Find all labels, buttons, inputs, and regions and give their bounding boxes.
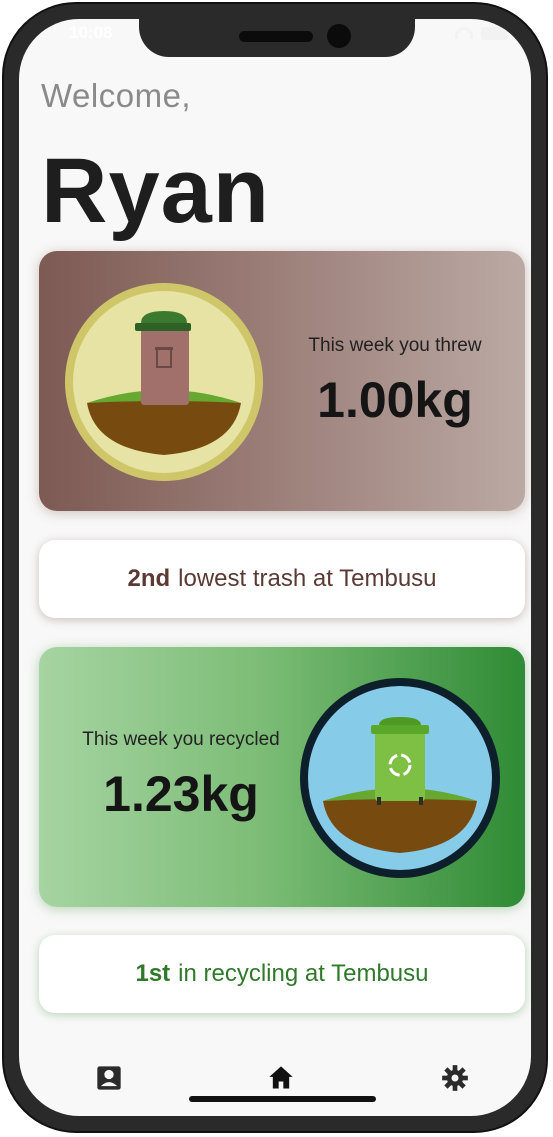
battery-icon <box>481 27 507 40</box>
trash-bin-badge-icon <box>65 283 263 481</box>
recycle-caption: This week you recycled <box>82 729 280 750</box>
welcome-text: Welcome, <box>41 77 192 114</box>
wifi-icon <box>455 27 473 39</box>
user-name: Ryan <box>41 140 270 242</box>
recycle-rank-position: 1st <box>135 960 171 987</box>
status-time: 10:08 <box>69 23 113 42</box>
recycle-value: 1.23kg <box>103 766 259 822</box>
recycle-bin-badge-icon <box>300 678 500 878</box>
trash-text-block: This week you threw 1.00kg <box>289 335 501 429</box>
phone-frame: 10:08 Welcome, Ryan This week you threw … <box>2 2 548 1133</box>
speaker <box>239 31 313 42</box>
recycle-rank-pill[interactable]: 1st in recycling at Tembusu <box>39 935 525 1013</box>
gear-icon[interactable] <box>441 1064 469 1092</box>
notch <box>139 19 415 57</box>
status-icons <box>455 27 507 40</box>
app-screen: 10:08 Welcome, Ryan This week you threw … <box>19 19 531 1116</box>
recycle-text-block: This week you recycled 1.23kg <box>61 729 301 823</box>
camera <box>327 24 351 48</box>
home-indicator[interactable] <box>189 1096 376 1102</box>
trash-caption: This week you threw <box>308 335 482 356</box>
trash-rank-label: lowest trash at Tembusu <box>178 565 437 592</box>
trash-rank-position: 2nd <box>127 565 171 592</box>
recycle-rank-label: in recycling at Tembusu <box>178 960 429 987</box>
trash-value: 1.00kg <box>317 372 473 428</box>
recycle-summary-card[interactable]: This week you recycled 1.23kg <box>39 647 525 907</box>
bottom-nav <box>19 1046 531 1116</box>
trash-summary-card[interactable]: This week you threw 1.00kg <box>39 251 525 511</box>
trash-rank-pill[interactable]: 2nd lowest trash at Tembusu <box>39 540 525 618</box>
home-icon[interactable] <box>267 1064 295 1092</box>
profile-icon[interactable] <box>95 1064 123 1092</box>
